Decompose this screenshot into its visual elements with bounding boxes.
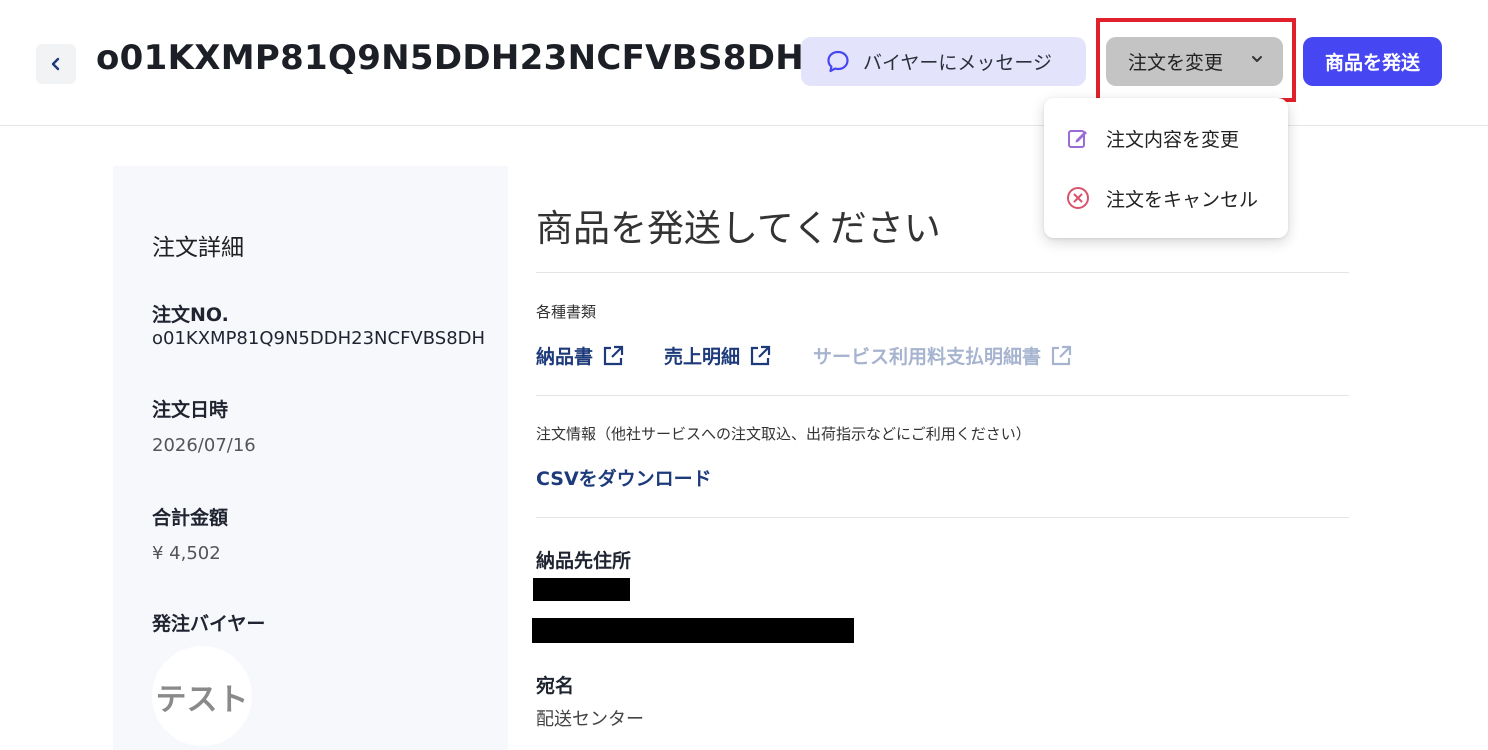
order-no-value: o01KXMP81Q9N5DDH23NCFVBS8DH bbox=[152, 328, 486, 349]
chevron-left-icon bbox=[51, 57, 60, 71]
total-amount-label: 合計金額 bbox=[152, 507, 229, 529]
redacted-postal-code bbox=[533, 578, 630, 601]
divider bbox=[536, 395, 1349, 396]
order-details-heading: 注文詳細 bbox=[152, 235, 244, 261]
buyer-avatar-text: テスト bbox=[155, 681, 249, 718]
divider bbox=[536, 272, 1349, 273]
sales-detail-label: 売上明細 bbox=[664, 346, 741, 368]
message-buyer-label: バイヤーにメッセージ bbox=[863, 52, 1053, 74]
edit-icon bbox=[1068, 130, 1087, 148]
redacted-address bbox=[532, 618, 854, 643]
external-link-icon bbox=[750, 345, 771, 365]
chevron-down-icon bbox=[1252, 56, 1262, 62]
external-link-icon bbox=[603, 345, 624, 365]
ship-product-button[interactable]: 商品を発送 bbox=[1303, 37, 1442, 86]
buyer-avatar[interactable]: テスト bbox=[152, 646, 252, 746]
order-info-label: 注文情報（他社サービスへの注文取込、出荷指示などにご利用ください） bbox=[536, 425, 1031, 443]
total-amount-value: ¥ 4,502 bbox=[152, 543, 221, 564]
order-date-label: 注文日時 bbox=[152, 399, 229, 421]
page-title: o01KXMP81Q9N5DDH23NCFVBS8DH bbox=[96, 38, 804, 78]
delivery-note-label: 納品書 bbox=[536, 346, 594, 368]
service-fee-statement-link: サービス利用料支払明細書 bbox=[813, 342, 1073, 369]
service-fee-statement-label: サービス利用料支払明細書 bbox=[813, 346, 1042, 368]
message-buyer-button[interactable]: バイヤーにメッセージ bbox=[801, 37, 1086, 86]
recipient-label: 宛名 bbox=[536, 675, 575, 697]
documents-label: 各種書類 bbox=[536, 303, 597, 321]
order-details-panel: 注文詳細 注文NO. o01KXMP81Q9N5DDH23NCFVBS8DH 注… bbox=[113, 166, 508, 750]
csv-download-link[interactable]: CSVをダウンロード bbox=[536, 464, 712, 491]
delivery-note-link[interactable]: 納品書 bbox=[536, 342, 625, 369]
buyer-label: 発注バイヤー bbox=[152, 613, 266, 635]
change-order-button[interactable]: 注文を変更 bbox=[1106, 37, 1283, 86]
chat-bubble-icon bbox=[827, 50, 849, 72]
menu-item-label: 注文内容を変更 bbox=[1106, 128, 1240, 151]
order-no-label: 注文NO. bbox=[152, 304, 229, 326]
menu-item-label: 注文をキャンセル bbox=[1106, 188, 1259, 211]
change-order-label: 注文を変更 bbox=[1128, 52, 1224, 74]
order-date-value: 2026/07/16 bbox=[152, 435, 256, 456]
ship-product-label: 商品を発送 bbox=[1324, 52, 1420, 74]
main-title: 商品を発送してください bbox=[536, 207, 941, 250]
sales-detail-link[interactable]: 売上明細 bbox=[664, 342, 772, 369]
divider bbox=[536, 517, 1349, 518]
menu-item-cancel-order[interactable]: 注文をキャンセル bbox=[1044, 170, 1288, 226]
delivery-address-label: 納品先住所 bbox=[536, 550, 632, 572]
external-link-icon bbox=[1051, 345, 1072, 365]
cancel-circle-icon bbox=[1067, 187, 1089, 209]
change-order-menu: 注文内容を変更 注文をキャンセル bbox=[1044, 98, 1288, 238]
back-button[interactable] bbox=[36, 44, 76, 84]
recipient-value: 配送センター bbox=[536, 709, 644, 730]
menu-item-edit-order[interactable]: 注文内容を変更 bbox=[1044, 110, 1288, 166]
